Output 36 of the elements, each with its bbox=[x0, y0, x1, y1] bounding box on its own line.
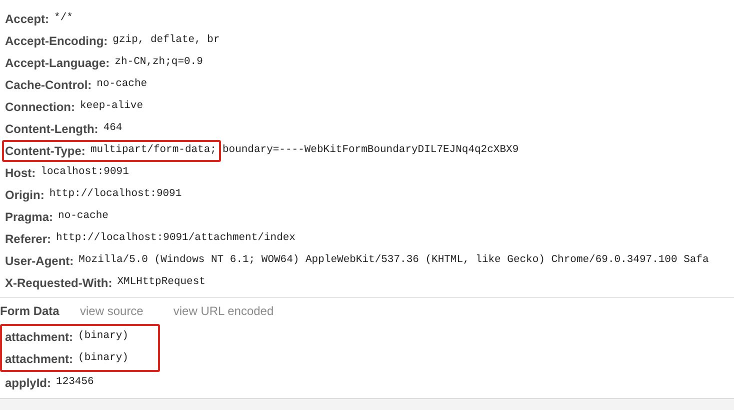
header-name: X-Requested-With: bbox=[5, 275, 112, 292]
header-value: 123456 bbox=[56, 375, 94, 390]
header-value: http://localhost:9091 bbox=[49, 187, 182, 202]
header-name: Accept: bbox=[5, 11, 50, 28]
section-title: Form Data bbox=[0, 303, 60, 320]
header-value: no-cache bbox=[96, 77, 148, 92]
header-name: attachment: bbox=[5, 351, 74, 368]
header-name: attachment: bbox=[5, 329, 74, 346]
header-name: Connection: bbox=[5, 99, 75, 116]
header-value: boundary=----WebKitFormBoundaryDIL7EJNq4q2cXBX9 bbox=[222, 143, 519, 158]
header-name: Origin: bbox=[5, 187, 44, 204]
header-name: Content-Length: bbox=[5, 121, 98, 138]
view-link[interactable]: view source bbox=[80, 302, 144, 320]
header-value: (binary) bbox=[78, 351, 128, 366]
header-value: multipart/form-data; bbox=[90, 143, 216, 158]
header-name: applyId: bbox=[5, 375, 52, 392]
header-value: no-cache bbox=[58, 209, 108, 224]
header-value: localhost:9091 bbox=[40, 165, 129, 180]
header-name: Accept-Language: bbox=[5, 55, 110, 72]
header-name: Host: bbox=[5, 165, 36, 182]
header-value: http://localhost:9091/attachment/index bbox=[56, 231, 296, 246]
header-value: keep-alive bbox=[80, 99, 144, 114]
header-name: Content-Type: bbox=[5, 143, 86, 160]
header-name: User-Agent: bbox=[5, 253, 74, 270]
header-value: 464 bbox=[103, 121, 122, 136]
header-value: XMLHttpRequest bbox=[117, 275, 206, 290]
header-value: (binary) bbox=[78, 329, 128, 344]
header-name: Referer: bbox=[5, 231, 52, 248]
header-value: */* bbox=[54, 11, 73, 26]
view-link[interactable]: view URL encoded bbox=[173, 302, 274, 320]
header-value: Mozilla/5.0 (Windows NT 6.1; WOW64) AppleWebKit/537.36 (KHTML, like Gecko) Chrome/69.0.3497.100 Safa bbox=[78, 253, 709, 268]
header-name: Pragma: bbox=[5, 209, 54, 226]
header-value: gzip, deflate, br bbox=[112, 33, 220, 48]
header-name: Accept-Encoding: bbox=[5, 33, 108, 50]
header-name: Cache-Control: bbox=[5, 77, 92, 94]
header-value: zh-CN,zh;q=0.9 bbox=[114, 55, 203, 70]
